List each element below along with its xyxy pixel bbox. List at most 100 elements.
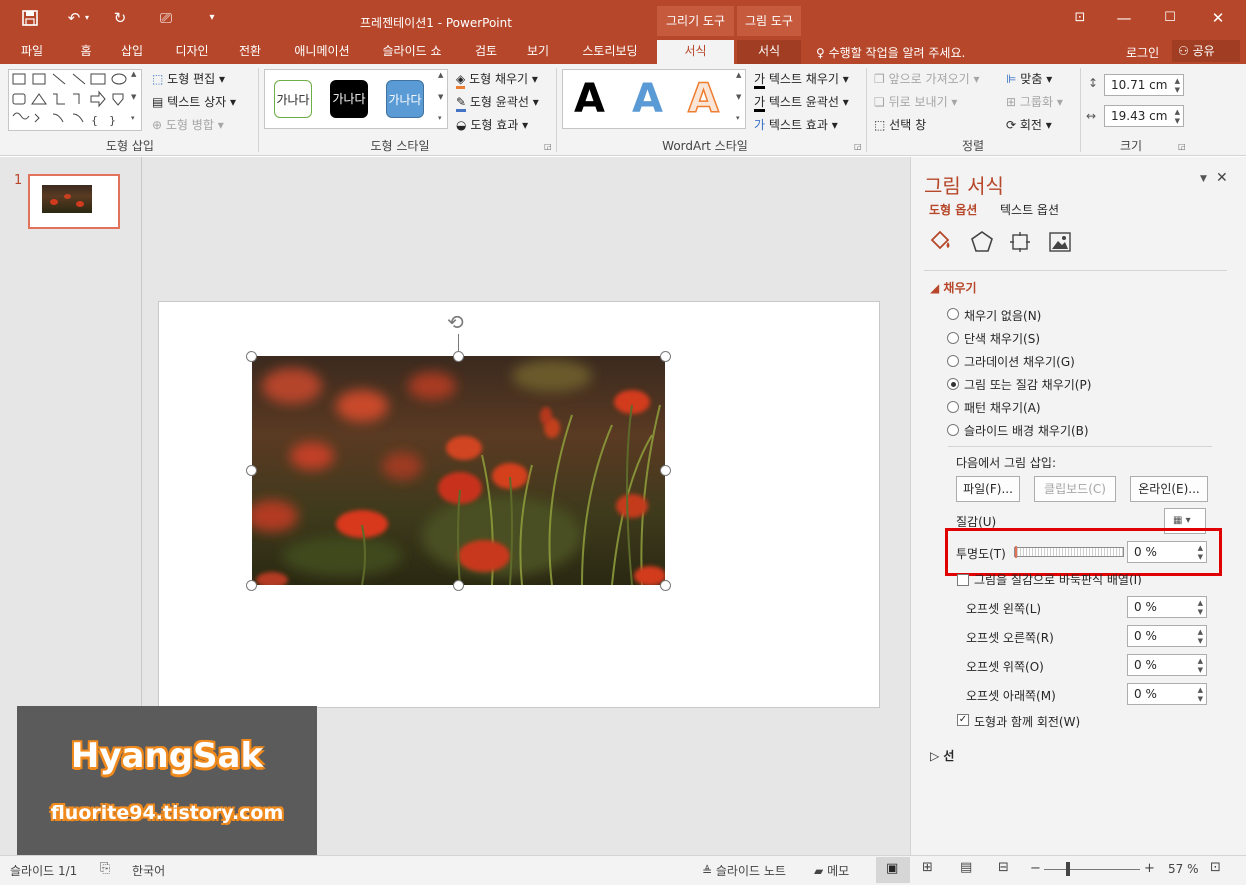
tab-transitions[interactable]: 전환 [228, 40, 272, 64]
shape-effects-button[interactable]: ◒ 도형 효과 ▾ [456, 116, 528, 133]
zoom-slider-thumb[interactable] [1066, 862, 1070, 876]
reading-view-icon[interactable]: ▤ [960, 860, 972, 875]
shape-outline-button[interactable]: ✎ 도형 윤곽선 ▾ [456, 93, 539, 112]
tab-review[interactable]: 검토 [464, 40, 508, 64]
text-effects-button[interactable]: 가 텍스트 효과 ▾ [754, 116, 838, 133]
wordart-launcher-icon[interactable]: ◲ [854, 142, 862, 151]
text-fill-button[interactable]: 가 텍스트 채우기 ▾ [754, 70, 849, 89]
send-backward-button[interactable]: ❏ 뒤로 보내기 ▾ [874, 93, 957, 110]
tab-animations[interactable]: 애니메이션 [284, 40, 360, 64]
slideshow-from-start-icon[interactable]: ⎚ [152, 6, 180, 30]
tab-text-options[interactable]: 텍스트 옵션 [1000, 201, 1059, 218]
slide-thumbnail[interactable] [28, 174, 120, 229]
offset-bottom-input[interactable]: 0 % ▲ ▼ [1127, 683, 1207, 705]
text-outline-button[interactable]: 가 텍스트 윤곽선 ▾ [754, 93, 849, 112]
customize-toolbar-icon[interactable]: ▾ [198, 6, 226, 30]
zoom-in-icon[interactable]: + [1144, 861, 1155, 876]
offset-left-down-icon[interactable]: ▼ [1198, 608, 1203, 616]
bring-forward-button[interactable]: ❐ 앞으로 가져오기 ▾ [874, 70, 980, 87]
offset-top-input[interactable]: 0 % ▲ ▼ [1127, 654, 1207, 676]
radio-gradient-fill[interactable] [947, 355, 959, 367]
edit-shape-button[interactable]: ⬚ 도형 편집 ▾ [152, 70, 225, 87]
effects-icon[interactable] [970, 230, 994, 257]
tell-me-box[interactable]: ♀ 수행할 작업을 알려 주세요. [816, 44, 965, 61]
resize-handle-top-right[interactable] [660, 351, 671, 362]
radio-background-fill[interactable] [947, 424, 959, 436]
tile-checkbox[interactable] [957, 574, 969, 586]
resize-handle-bottom-right[interactable] [660, 580, 671, 591]
pane-options-icon[interactable]: ▼ [1200, 174, 1207, 184]
shape-style-swatch-2[interactable]: 가나다 [330, 80, 368, 118]
wordart-scroll-up-icon[interactable]: ▲ [736, 71, 741, 79]
shape-styles-launcher-icon[interactable]: ◲ [544, 142, 552, 151]
fill-section-header[interactable]: ◢ 채우기 [930, 279, 977, 296]
styles-more-icon[interactable]: ▾ [438, 114, 442, 122]
wordart-more-icon[interactable]: ▾ [736, 114, 740, 122]
text-box-button[interactable]: ▤ 텍스트 상자 ▾ [152, 93, 236, 110]
close-icon[interactable]: ✕ [1204, 6, 1232, 30]
pane-close-icon[interactable]: ✕ [1216, 170, 1228, 186]
selected-picture[interactable] [252, 356, 665, 585]
tab-file[interactable]: 파일 [10, 40, 54, 64]
width-input[interactable]: 19.43 cm ▲ ▼ [1104, 105, 1184, 127]
offset-left-up-icon[interactable]: ▲ [1198, 599, 1203, 607]
shapes-scroll-up-icon[interactable]: ▲ [131, 70, 136, 78]
fill-line-icon[interactable] [928, 230, 954, 257]
offset-right-down-icon[interactable]: ▼ [1198, 637, 1203, 645]
shapes-gallery[interactable]: {} [8, 69, 142, 131]
shapes-scroll-down-icon[interactable]: ▼ [131, 93, 136, 101]
merge-shapes-button[interactable]: ⊕ 도형 병합 ▾ [152, 116, 224, 133]
resize-handle-top-left[interactable] [246, 351, 257, 362]
offset-bottom-down-icon[interactable]: ▼ [1198, 695, 1203, 703]
tab-view[interactable]: 보기 [518, 40, 558, 64]
offset-right-up-icon[interactable]: ▲ [1198, 628, 1203, 636]
tab-design[interactable]: 디자인 [164, 40, 220, 64]
height-up-icon[interactable]: ▲ [1175, 77, 1180, 85]
offset-right-input[interactable]: 0 % ▲ ▼ [1127, 625, 1207, 647]
tab-home[interactable]: 홈 [66, 40, 106, 64]
line-section-header[interactable]: ▷ 선 [930, 747, 954, 764]
zoom-slider[interactable] [1044, 869, 1140, 870]
shape-fill-button[interactable]: ◈ 도형 채우기 ▾ [456, 70, 538, 89]
insert-clipboard-button[interactable]: 클립보드(C) [1034, 476, 1116, 502]
fit-to-window-icon[interactable]: ⊡ [1210, 860, 1221, 875]
slideshow-icon[interactable]: ⊟ [998, 860, 1009, 875]
width-down-icon[interactable]: ▼ [1175, 117, 1180, 125]
shape-style-swatch-1[interactable]: 가나다 [274, 80, 312, 118]
rotate-with-shape-checkbox[interactable]: ✓ [957, 714, 969, 726]
rotation-handle-icon[interactable]: ⟲ [447, 312, 464, 332]
resize-handle-bottom-left[interactable] [246, 580, 257, 591]
wordart-style-1[interactable]: A [574, 76, 605, 122]
align-button[interactable]: ⊫ 맞춤 ▾ [1006, 70, 1052, 87]
language-indicator[interactable]: 한국어 [132, 862, 165, 879]
ribbon-display-options-icon[interactable]: ⊡ [1066, 6, 1094, 30]
tab-shape-options[interactable]: 도형 옵션 [929, 201, 977, 218]
tab-slideshow[interactable]: 슬라이드 쇼 [372, 40, 452, 64]
insert-file-button[interactable]: 파일(F)... [956, 476, 1020, 502]
radio-picture-texture-fill[interactable] [947, 378, 959, 390]
insert-online-button[interactable]: 온라인(E)... [1130, 476, 1208, 502]
height-down-icon[interactable]: ▼ [1175, 86, 1180, 94]
tab-insert[interactable]: 삽입 [110, 40, 154, 64]
redo-icon[interactable]: ↻ [106, 6, 134, 30]
size-launcher-icon[interactable]: ◲ [1178, 142, 1186, 151]
zoom-level[interactable]: 57 % [1168, 862, 1199, 876]
minimize-icon[interactable]: — [1110, 6, 1138, 30]
login-link[interactable]: 로그인 [1126, 44, 1159, 61]
normal-view-button[interactable]: ▣ [876, 857, 910, 883]
spelling-check-icon[interactable]: ⎘ [100, 861, 110, 876]
save-icon[interactable] [16, 6, 44, 30]
size-properties-icon[interactable] [1008, 230, 1032, 257]
tab-drawing-format[interactable]: 서식 [657, 40, 734, 66]
tab-picture-format[interactable]: 서식 [737, 40, 801, 64]
picture-icon[interactable] [1048, 230, 1072, 257]
styles-scroll-up-icon[interactable]: ▲ [438, 71, 443, 79]
resize-handle-right[interactable] [660, 465, 671, 476]
offset-bottom-up-icon[interactable]: ▲ [1198, 686, 1203, 694]
radio-no-fill[interactable] [947, 308, 959, 320]
shapes-more-icon[interactable]: ▾ [131, 114, 135, 122]
share-button[interactable]: ⚇ 공유 [1172, 40, 1240, 62]
styles-scroll-down-icon[interactable]: ▼ [438, 93, 443, 101]
undo-dropdown-icon[interactable]: ▾ [80, 6, 94, 30]
notes-button[interactable]: ≜ 슬라이드 노트 [702, 862, 786, 879]
